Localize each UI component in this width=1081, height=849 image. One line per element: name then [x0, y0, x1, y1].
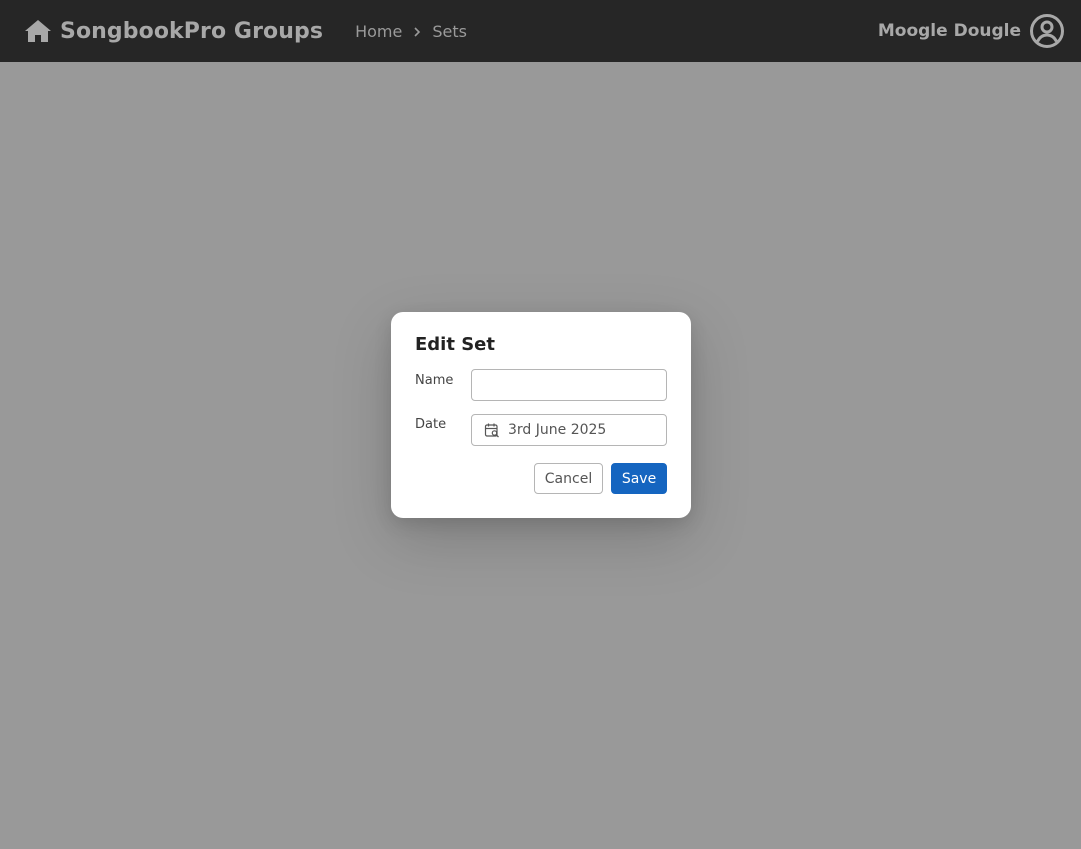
- brand-title: SongbookPro Groups: [60, 18, 324, 44]
- date-label: Date: [415, 417, 447, 432]
- top-app-bar: SongbookPro Groups Home Sets Moogle Doug…: [0, 0, 1081, 62]
- breadcrumb: Home Sets: [355, 22, 467, 41]
- brand-link[interactable]: SongbookPro Groups: [24, 18, 323, 44]
- calendar-search-icon: [484, 422, 500, 438]
- user-menu[interactable]: Moogle Dougle: [878, 0, 1065, 62]
- edit-set-dialog: Edit Set Name Date 3rd June 2025 Cancel …: [391, 312, 691, 518]
- save-button[interactable]: Save: [611, 463, 667, 494]
- name-label: Name: [415, 373, 454, 388]
- name-input[interactable]: [471, 369, 667, 401]
- dialog-title: Edit Set: [415, 334, 495, 355]
- cancel-button[interactable]: Cancel: [534, 463, 603, 494]
- chevron-right-icon: [410, 24, 424, 38]
- date-picker-field[interactable]: 3rd June 2025: [471, 414, 667, 446]
- user-name: Moogle Dougle: [877, 21, 1021, 41]
- account-circle-icon[interactable]: [1029, 13, 1065, 49]
- date-value: 3rd June 2025: [508, 422, 607, 438]
- breadcrumb-home[interactable]: Home: [355, 22, 402, 41]
- home-icon: [24, 18, 52, 44]
- breadcrumb-sets[interactable]: Sets: [432, 22, 467, 41]
